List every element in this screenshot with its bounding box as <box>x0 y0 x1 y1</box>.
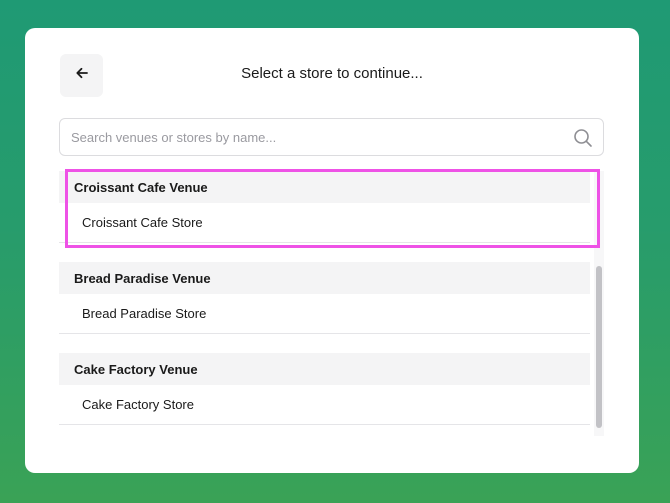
venue-group: Croissant Cafe Venue Croissant Cafe Stor… <box>59 171 590 243</box>
venue-header: Croissant Cafe Venue <box>59 171 590 203</box>
venue-store-list[interactable]: Croissant Cafe Venue Croissant Cafe Stor… <box>59 171 604 436</box>
store-item[interactable]: Bread Paradise Store <box>59 294 590 334</box>
venue-group: Bread Paradise Venue Bread Paradise Stor… <box>59 262 590 334</box>
page-title: Select a store to continue... <box>241 65 423 82</box>
scrollbar-thumb[interactable] <box>596 266 602 428</box>
search-input[interactable] <box>60 119 603 155</box>
store-item[interactable]: Croissant Cafe Store <box>59 203 590 243</box>
store-item[interactable]: Cake Factory Store <box>59 385 590 425</box>
venue-header: Bread Paradise Venue <box>59 262 590 294</box>
store-selector-card: Select a store to continue... Croissant … <box>25 28 639 473</box>
search-icon[interactable] <box>573 128 593 148</box>
search-field[interactable] <box>59 118 604 156</box>
venue-group: Cake Factory Venue Cake Factory Store <box>59 353 590 425</box>
scrollbar[interactable] <box>594 171 604 436</box>
venue-header: Cake Factory Venue <box>59 353 590 385</box>
